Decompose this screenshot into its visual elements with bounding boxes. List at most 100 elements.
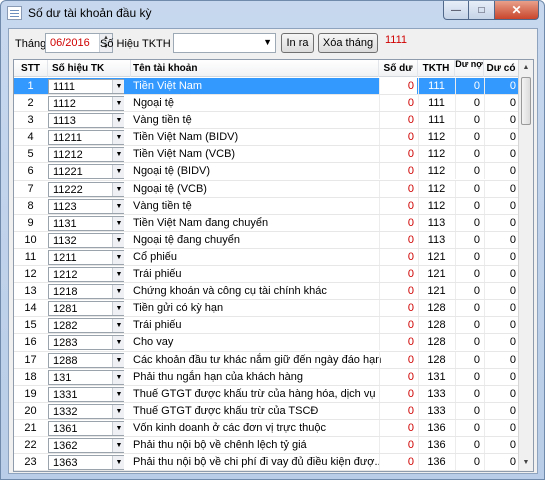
cell-account-name[interactable]: Phải thu ngắn hạn của khách hàng <box>131 369 381 385</box>
table-row[interactable]: 14 1281 ▼ Tiền gửi có kỳ hạn 0 128 0 0 <box>14 300 519 318</box>
account-code-dropdown[interactable]: 1113 ▼ <box>48 113 124 129</box>
chevron-down-icon[interactable]: ▼ <box>112 182 124 196</box>
chevron-down-icon[interactable]: ▼ <box>112 456 124 470</box>
chevron-down-icon[interactable]: ▼ <box>112 404 124 418</box>
cell-account-code[interactable]: 11212 ▼ <box>48 146 124 163</box>
cell-account-name[interactable]: Cổ phiếu <box>131 249 381 265</box>
table-row[interactable]: 8 1123 ▼ Vàng tiền tệ 0 112 0 0 <box>14 197 519 215</box>
account-code-dropdown[interactable]: 1111 ▼ <box>48 79 124 94</box>
account-code-dropdown[interactable]: 1332 ▼ <box>48 403 124 419</box>
print-button[interactable]: In ra <box>281 33 314 53</box>
cell-tkth[interactable]: 128 <box>418 351 454 368</box>
cell-balance[interactable]: 0 <box>379 248 417 265</box>
chevron-down-icon[interactable]: ▼ <box>112 80 124 93</box>
cell-balance[interactable]: 0 <box>379 419 417 436</box>
cell-account-code[interactable]: 1332 ▼ <box>48 403 124 419</box>
cell-debit[interactable]: 0 <box>455 180 483 197</box>
header-name[interactable]: Tên tài khoản <box>131 60 379 77</box>
cell-debit[interactable]: 0 <box>455 78 483 94</box>
cell-credit[interactable]: 0 <box>484 95 519 112</box>
cell-tkth[interactable]: 121 <box>418 266 454 283</box>
cell-account-code[interactable]: 1282 ▼ <box>48 317 124 334</box>
cell-account-code[interactable]: 1111 ▼ <box>48 78 124 94</box>
cell-debit[interactable]: 0 <box>455 334 483 351</box>
account-code-dropdown[interactable]: 1283 ▼ <box>48 335 124 351</box>
cell-balance[interactable]: 0 <box>379 95 417 112</box>
scroll-up-icon[interactable]: ▲ <box>519 60 533 76</box>
table-row[interactable]: 22 1362 ▼ Phải thu nội bộ về chênh lệch tỷ … <box>14 436 519 455</box>
maximize-button[interactable]: □ <box>469 1 495 20</box>
account-code-dropdown[interactable]: 1112 ▼ <box>48 96 124 112</box>
cell-account-name[interactable]: Phải thu nội bộ về chi phí đi vay đủ điề… <box>131 454 381 470</box>
cell-account-code[interactable]: 1361 ▼ <box>48 420 124 436</box>
cell-account-name[interactable]: Tiền Việt Nam (BIDV) <box>131 129 381 145</box>
cell-debit[interactable]: 0 <box>455 266 483 283</box>
chevron-down-icon[interactable]: ▼ <box>112 268 124 282</box>
cell-account-name[interactable]: Thuế GTGT được khấu trừ của TSCĐ <box>131 403 381 419</box>
table-row[interactable]: 16 1283 ▼ Cho vay 0 128 0 0 <box>14 334 519 352</box>
cell-tkth[interactable]: 128 <box>418 317 454 334</box>
cell-account-code[interactable]: 131 ▼ <box>48 369 124 385</box>
account-code-dropdown[interactable]: 1212 ▼ <box>48 267 124 283</box>
account-code-dropdown[interactable]: 1218 ▼ <box>48 284 124 300</box>
header-credit[interactable]: Dư có <box>484 60 519 77</box>
account-code-dropdown[interactable]: 1288 ▼ <box>48 352 124 368</box>
cell-tkth[interactable]: 131 <box>418 368 454 385</box>
vertical-scrollbar[interactable]: ▲ ▼ <box>518 60 533 471</box>
chevron-down-icon[interactable]: ▼ <box>263 37 272 47</box>
cell-account-name[interactable]: Tiền gửi có kỳ hạn <box>131 300 381 316</box>
cell-account-code[interactable]: 11221 ▼ <box>48 163 124 180</box>
cell-debit[interactable]: 0 <box>455 402 483 419</box>
table-row[interactable]: 7 11222 ▼ Ngoại tệ (VCB) 0 112 0 0 <box>14 180 519 198</box>
cell-account-code[interactable]: 1283 ▼ <box>48 334 124 351</box>
table-row[interactable]: 4 11211 ▼ Tiền Việt Nam (BIDV) 0 112 0 0 <box>14 129 519 147</box>
cell-credit[interactable]: 0 <box>484 334 519 351</box>
account-code-dropdown[interactable]: 1363 ▼ <box>48 455 124 471</box>
cell-account-code[interactable]: 1123 ▼ <box>48 198 124 214</box>
cell-account-code[interactable]: 1331 ▼ <box>48 386 124 402</box>
table-row[interactable]: 6 11221 ▼ Ngoại tệ (BIDV) 0 112 0 0 <box>14 163 519 181</box>
cell-debit[interactable]: 0 <box>455 95 483 112</box>
close-button[interactable]: ✕ <box>495 1 539 20</box>
cell-credit[interactable]: 0 <box>484 180 519 197</box>
cell-account-name[interactable]: Ngoại tệ (VCB) <box>131 181 381 197</box>
chevron-down-icon[interactable]: ▼ <box>112 216 124 230</box>
cell-balance[interactable]: 0 <box>379 197 417 214</box>
cell-debit[interactable]: 0 <box>455 214 483 231</box>
cell-account-code[interactable]: 1218 ▼ <box>48 283 124 300</box>
table-row[interactable]: 3 1113 ▼ Vàng tiền tệ 0 111 0 0 <box>14 112 519 130</box>
header-tkth[interactable]: TKTH <box>418 60 455 77</box>
chevron-down-icon[interactable]: ▼ <box>112 233 124 247</box>
account-code-dropdown[interactable]: 11221 ▼ <box>48 164 124 180</box>
cell-credit[interactable]: 0 <box>484 300 519 317</box>
cell-credit[interactable]: 0 <box>484 351 519 368</box>
cell-debit[interactable]: 0 <box>455 385 483 402</box>
cell-tkth[interactable]: 112 <box>418 163 454 180</box>
table-row[interactable]: 21 1361 ▼ Vốn kinh doanh ở các đơn vị trực … <box>14 419 519 437</box>
cell-debit[interactable]: 0 <box>455 231 483 248</box>
account-code-dropdown[interactable]: 1123 ▼ <box>48 198 124 214</box>
cell-account-name[interactable]: Ngoại tệ (BIDV) <box>131 163 381 179</box>
cell-account-name[interactable]: Các khoản đầu tư khác nắm giữ đến ngày đ… <box>131 352 381 368</box>
account-code-dropdown[interactable]: 1132 ▼ <box>48 232 124 248</box>
cell-balance[interactable]: 0 <box>379 146 417 163</box>
account-code-dropdown[interactable]: 1131 ▼ <box>48 215 124 231</box>
cell-account-code[interactable]: 1362 ▼ <box>48 437 124 453</box>
cell-tkth[interactable]: 136 <box>418 454 454 471</box>
table-row[interactable]: 18 131 ▼ Phải thu ngắn hạn của khách hàng 0 1… <box>14 368 519 386</box>
cell-tkth[interactable]: 121 <box>418 248 454 265</box>
cell-tkth[interactable]: 133 <box>418 385 454 402</box>
cell-account-name[interactable]: Ngoại tệ <box>131 95 381 111</box>
chevron-down-icon[interactable]: ▼ <box>112 199 124 213</box>
table-row[interactable]: 12 1212 ▼ Trái phiếu 0 121 0 0 <box>14 266 519 284</box>
table-row[interactable]: 15 1282 ▼ Trái phiếu 0 128 0 0 <box>14 317 519 335</box>
cell-account-name[interactable]: Thuế GTGT được khấu trừ của hàng hóa, dị… <box>131 386 381 402</box>
cell-account-code[interactable]: 1112 ▼ <box>48 95 124 112</box>
cell-account-name[interactable]: Chứng khoán và công cụ tài chính khác <box>131 283 381 299</box>
cell-balance[interactable]: 0 <box>379 129 417 146</box>
cell-credit[interactable]: 0 <box>484 163 519 180</box>
chevron-down-icon[interactable]: ▼ <box>112 370 124 384</box>
cell-balance[interactable]: 0 <box>379 283 417 300</box>
cell-credit[interactable]: 0 <box>484 248 519 265</box>
cell-balance[interactable]: 0 <box>379 214 417 231</box>
